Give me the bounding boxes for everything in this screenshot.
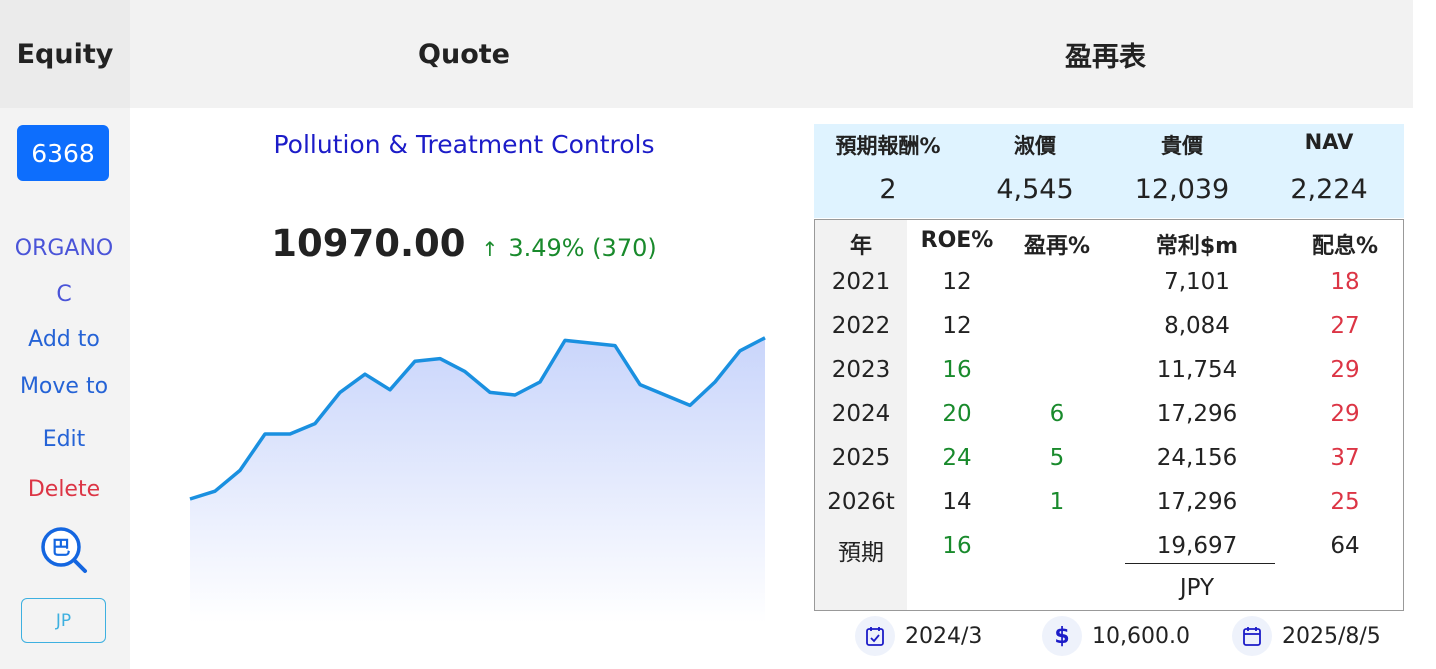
cell-profit: 19,697: [1156, 533, 1238, 559]
summary-label-fair: 淑價: [1014, 134, 1056, 158]
cell-profit: 17,296: [1156, 401, 1238, 427]
cell-growth: 6: [1049, 401, 1065, 427]
summary-value-nav: 2,224: [1290, 174, 1368, 205]
cell-profit: 11,754: [1156, 357, 1238, 383]
cell-dividend: 18: [1330, 269, 1360, 295]
cell-profit: 7,101: [1164, 269, 1230, 295]
cell-year: 2024: [831, 401, 891, 427]
company-name-line1[interactable]: ORGANO: [0, 236, 128, 261]
cell-year: 2026t: [827, 489, 895, 515]
cell-dividend: 37: [1330, 445, 1360, 471]
quote-header: Quote: [130, 0, 798, 108]
cell-dividend: 29: [1330, 401, 1360, 427]
col-header-roe: ROE%: [920, 228, 994, 253]
cell-profit: 17,296: [1156, 489, 1238, 515]
next-date: 2025/8/5: [1282, 623, 1381, 649]
total-underline: [1125, 563, 1275, 564]
footer-report-date: 2024/3: [855, 614, 982, 658]
company-name-line2[interactable]: C: [0, 282, 128, 307]
cell-dividend: 27: [1330, 313, 1360, 339]
cell-roe: 14: [942, 489, 972, 515]
footer-amount: $ 10,600.0: [1042, 614, 1190, 658]
price-value: 10970.00: [271, 222, 466, 265]
cell-roe: 16: [942, 357, 972, 383]
cell-roe: 20: [942, 401, 972, 427]
col-header-profit: 常利$m: [1155, 234, 1239, 259]
financial-table: 年 ROE% 盈再% 常利$m 配息% JPY 2021 12 7,101 18 202…: [814, 219, 1404, 611]
add-to-link[interactable]: Add to: [0, 327, 128, 352]
app-root: Equity Quote 盈再表 6368 ORGANO C Add to Mo…: [0, 0, 1436, 669]
col-header-dividend: 配息%: [1311, 234, 1379, 259]
industry-label: Pollution & Treatment Controls: [273, 130, 655, 159]
cell-dividend: 25: [1330, 489, 1360, 515]
move-to-link[interactable]: Move to: [0, 374, 128, 399]
summary-label-nav: NAV: [1304, 130, 1354, 154]
cell-growth: 5: [1049, 445, 1065, 471]
sidebar: 6368 ORGANO C Add to Move to Edit Delete…: [0, 108, 130, 669]
amount-value: 10,600.0: [1092, 623, 1190, 649]
ba-search-icon[interactable]: 巴: [40, 526, 90, 576]
delete-link[interactable]: Delete: [0, 477, 128, 502]
ticker-button[interactable]: 6368: [17, 125, 109, 181]
col-header-growth: 盈再%: [1023, 234, 1091, 259]
summary-value-fair: 4,545: [996, 174, 1074, 205]
price-change: 3.49% (370): [508, 234, 657, 262]
cell-growth: 1: [1049, 489, 1065, 515]
cell-roe: 24: [942, 445, 972, 471]
summary-value-expensive: 12,039: [1134, 174, 1230, 205]
summary-value-return: 2: [879, 174, 897, 205]
report-date: 2024/3: [905, 623, 983, 649]
cell-year: 預期: [838, 540, 884, 566]
cell-dividend: 64: [1330, 533, 1360, 559]
cell-year: 2025: [831, 445, 891, 471]
price-row: 10970.00 ↑ 3.49% (370): [130, 222, 798, 265]
equity-header: Equity: [0, 0, 130, 108]
edit-link[interactable]: Edit: [0, 427, 128, 452]
currency-label: JPY: [1179, 575, 1215, 601]
cell-year: 2023: [831, 357, 891, 383]
calendar-check-icon: [855, 616, 895, 656]
cell-year: 2022: [831, 313, 891, 339]
cell-roe: 16: [942, 533, 972, 559]
footer-next-date: 2025/8/5: [1232, 614, 1381, 658]
region-button[interactable]: JP: [21, 598, 106, 643]
dollar-icon: $: [1042, 616, 1082, 656]
cell-roe: 12: [942, 269, 972, 295]
calendar-icon: [1232, 616, 1272, 656]
cell-roe: 12: [942, 313, 972, 339]
table-header: 盈再表: [798, 0, 1413, 108]
price-chart: [189, 336, 766, 623]
valuation-summary: 預期報酬% 淑價 貴價 NAV 2 4,545 12,039 2,224: [814, 124, 1404, 218]
cell-dividend: 29: [1330, 357, 1360, 383]
cell-year: 2021: [831, 269, 891, 295]
col-header-year: 年: [849, 234, 872, 259]
cell-profit: 8,084: [1164, 313, 1230, 339]
summary-label-return: 預期報酬%: [835, 134, 941, 158]
summary-label-expensive: 貴價: [1161, 134, 1203, 158]
cell-profit: 24,156: [1156, 445, 1238, 471]
arrow-up-icon: ↑: [481, 237, 499, 261]
ba-icon-char: 巴: [51, 537, 70, 559]
